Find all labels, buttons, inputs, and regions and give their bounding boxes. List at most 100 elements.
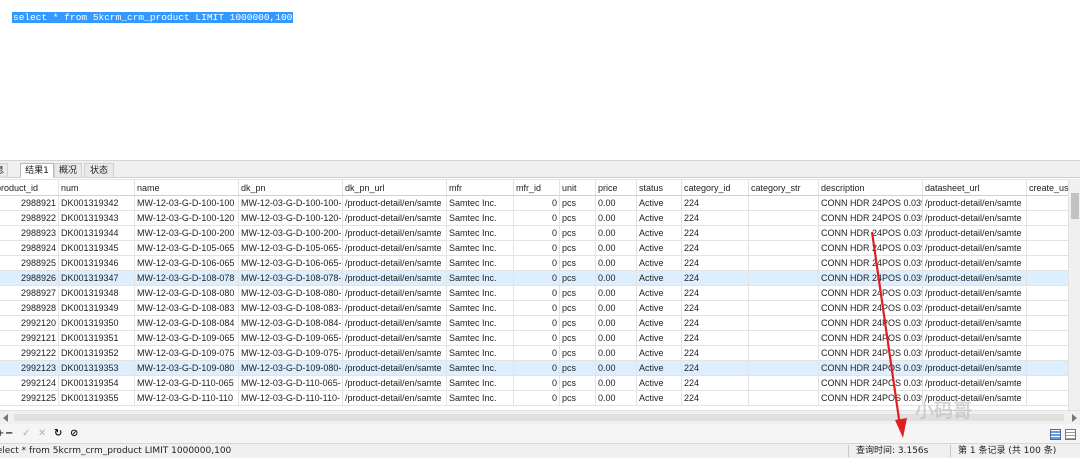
table-cell-status[interactable]: Active	[636, 255, 682, 271]
stop-icon[interactable]: ⊘	[70, 428, 78, 439]
table-cell-description[interactable]: CONN HDR 24POS 0.039	[818, 210, 923, 226]
table-cell-create-user[interactable]	[1026, 300, 1068, 316]
table-cell-description[interactable]: CONN HDR 24POS 0.039	[818, 375, 923, 391]
table-cell-name[interactable]: MW-12-03-G-D-105-065	[134, 240, 239, 256]
table-cell-dk-pn-url[interactable]: /product-detail/en/samte	[342, 195, 447, 211]
apply-check-icon[interactable]: ✓	[22, 428, 30, 439]
table-cell-dk-pn[interactable]: MW-12-03-G-D-108-078-	[238, 270, 343, 286]
column-header-unit[interactable]: unit	[559, 179, 596, 196]
table-cell-category-str[interactable]	[748, 240, 819, 256]
scroll-right-arrow-icon[interactable]	[1072, 414, 1077, 422]
table-cell-status[interactable]: Active	[636, 240, 682, 256]
table-row[interactable]: 2992122 DK001319352 MW-12-03-G-D-109-075 MW…	[0, 345, 1068, 361]
table-cell-dk-pn[interactable]: MW-12-03-G-D-100-120-	[238, 210, 343, 226]
table-cell-mfr[interactable]: Samtec Inc.	[446, 240, 514, 256]
table-cell-unit[interactable]: pcs	[559, 270, 596, 286]
table-cell-create-user[interactable]	[1026, 285, 1068, 301]
table-cell-name[interactable]: MW-12-03-G-D-109-065	[134, 330, 239, 346]
table-cell-category-str[interactable]	[748, 390, 819, 406]
table-cell-dk-pn[interactable]: MW-12-03-G-D-110-110-	[238, 390, 343, 406]
table-cell-dk-pn[interactable]: MW-12-03-G-D-110-065-	[238, 375, 343, 391]
table-cell-dk-pn[interactable]: MW-12-03-G-D-109-075-	[238, 345, 343, 361]
table-cell-status[interactable]: Active	[636, 390, 682, 406]
table-cell-product-id[interactable]: 2988925	[0, 255, 59, 271]
table-cell-product-id[interactable]: 2988926	[0, 270, 59, 286]
table-cell-datasheet-url[interactable]: /product-detail/en/samte	[922, 300, 1027, 316]
table-row[interactable]: 2992124 DK001319354 MW-12-03-G-D-110-065 MW…	[0, 375, 1068, 391]
tab-result1[interactable]: 结果1	[20, 163, 54, 178]
table-cell-product-id[interactable]: 2992125	[0, 390, 59, 406]
table-cell-name[interactable]: MW-12-03-G-D-100-200	[134, 225, 239, 241]
table-cell-unit[interactable]: pcs	[559, 330, 596, 346]
vertical-scrollbar[interactable]	[1068, 179, 1080, 410]
column-header-mfr-id[interactable]: mfr_id	[513, 179, 560, 196]
table-cell-category-str[interactable]	[748, 345, 819, 361]
table-cell-create-user[interactable]	[1026, 270, 1068, 286]
table-cell-category-id[interactable]: 224	[681, 360, 749, 376]
sql-query-text[interactable]: select * from 5kcrm_crm_product LIMIT 10…	[12, 12, 294, 23]
table-cell-unit[interactable]: pcs	[559, 240, 596, 256]
table-cell-category-id[interactable]: 224	[681, 345, 749, 361]
table-cell-dk-pn[interactable]: MW-12-03-G-D-105-065-	[238, 240, 343, 256]
table-cell-mfr[interactable]: Samtec Inc.	[446, 210, 514, 226]
table-cell-datasheet-url[interactable]: /product-detail/en/samte	[922, 360, 1027, 376]
table-cell-unit[interactable]: pcs	[559, 210, 596, 226]
table-cell-status[interactable]: Active	[636, 315, 682, 331]
table-cell-name[interactable]: MW-12-03-G-D-109-075	[134, 345, 239, 361]
table-cell-name[interactable]: MW-12-03-G-D-110-065	[134, 375, 239, 391]
form-view-icon[interactable]	[1065, 429, 1076, 440]
column-header-category-str[interactable]: category_str	[748, 179, 819, 196]
table-cell-description[interactable]: CONN HDR 24POS 0.039	[818, 270, 923, 286]
table-cell-description[interactable]: CONN HDR 24POS 0.039	[818, 225, 923, 241]
table-cell-description[interactable]: CONN HDR 24POS 0.039	[818, 240, 923, 256]
table-cell-mfr[interactable]: Samtec Inc.	[446, 315, 514, 331]
table-cell-unit[interactable]: pcs	[559, 195, 596, 211]
table-cell-num[interactable]: DK001319353	[58, 360, 135, 376]
table-cell-price[interactable]: 0.00	[595, 345, 637, 361]
table-cell-create-user[interactable]	[1026, 210, 1068, 226]
grid-view-icon[interactable]	[1050, 429, 1061, 440]
table-cell-category-str[interactable]	[748, 360, 819, 376]
table-cell-dk-pn[interactable]: MW-12-03-G-D-109-080-	[238, 360, 343, 376]
table-cell-price[interactable]: 0.00	[595, 240, 637, 256]
table-cell-mfr[interactable]: Samtec Inc.	[446, 375, 514, 391]
table-cell-status[interactable]: Active	[636, 195, 682, 211]
table-cell-mfr[interactable]: Samtec Inc.	[446, 300, 514, 316]
column-header-num[interactable]: num	[58, 179, 135, 196]
table-cell-num[interactable]: DK001319354	[58, 375, 135, 391]
table-cell-category-id[interactable]: 224	[681, 225, 749, 241]
table-row[interactable]: 2988921 DK001319342 MW-12-03-G-D-100-100 MW…	[0, 195, 1068, 211]
table-cell-product-id[interactable]: 2988927	[0, 285, 59, 301]
table-cell-price[interactable]: 0.00	[595, 255, 637, 271]
column-header-dk-pn[interactable]: dk_pn	[238, 179, 343, 196]
table-cell-product-id[interactable]: 2988922	[0, 210, 59, 226]
table-cell-category-str[interactable]	[748, 210, 819, 226]
tab-overview[interactable]: 概况	[54, 163, 82, 178]
table-cell-category-str[interactable]	[748, 315, 819, 331]
table-cell-status[interactable]: Active	[636, 345, 682, 361]
table-cell-category-id[interactable]: 224	[681, 330, 749, 346]
table-cell-unit[interactable]: pcs	[559, 315, 596, 331]
table-cell-product-id[interactable]: 2992120	[0, 315, 59, 331]
table-cell-description[interactable]: CONN HDR 24POS 0.039	[818, 255, 923, 271]
table-cell-name[interactable]: MW-12-03-G-D-108-078	[134, 270, 239, 286]
table-cell-mfr-id[interactable]: 0	[513, 240, 560, 256]
table-cell-name[interactable]: MW-12-03-G-D-108-080	[134, 285, 239, 301]
tab-info[interactable]: 信息	[0, 163, 8, 178]
column-header-category-id[interactable]: category_id	[681, 179, 749, 196]
table-cell-mfr[interactable]: Samtec Inc.	[446, 285, 514, 301]
table-cell-name[interactable]: MW-12-03-G-D-108-083	[134, 300, 239, 316]
table-cell-price[interactable]: 0.00	[595, 285, 637, 301]
table-cell-price[interactable]: 0.00	[595, 315, 637, 331]
table-cell-mfr-id[interactable]: 0	[513, 270, 560, 286]
table-cell-price[interactable]: 0.00	[595, 375, 637, 391]
table-row[interactable]: 2988925 DK001319346 MW-12-03-G-D-106-065 MW…	[0, 255, 1068, 271]
table-cell-mfr[interactable]: Samtec Inc.	[446, 195, 514, 211]
table-cell-unit[interactable]: pcs	[559, 345, 596, 361]
table-cell-dk-pn-url[interactable]: /product-detail/en/samte	[342, 255, 447, 271]
scroll-left-arrow-icon[interactable]	[3, 414, 8, 422]
table-cell-create-user[interactable]	[1026, 255, 1068, 271]
table-cell-datasheet-url[interactable]: /product-detail/en/samte	[922, 330, 1027, 346]
refresh-icon[interactable]: ↻	[54, 428, 62, 439]
table-cell-product-id[interactable]: 2988928	[0, 300, 59, 316]
